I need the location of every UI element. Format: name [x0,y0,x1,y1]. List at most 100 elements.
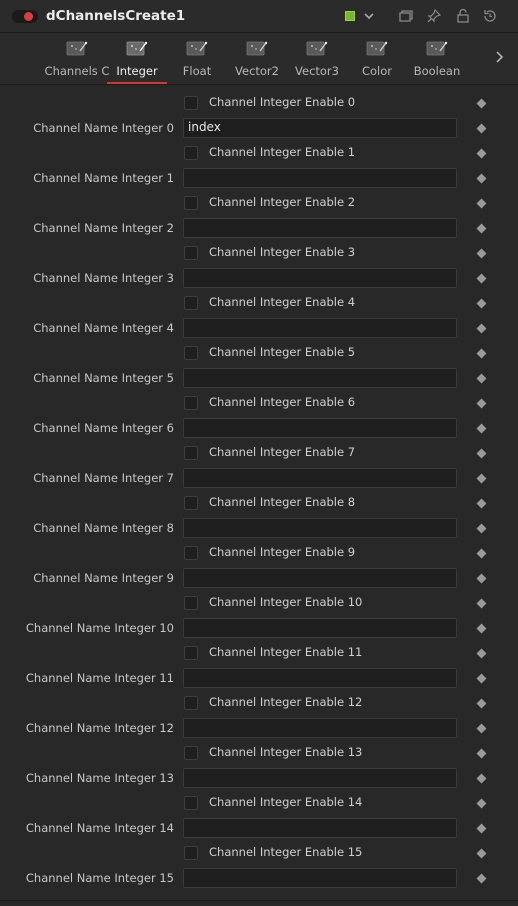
channel-name-input[interactable] [183,868,457,888]
channel-enable-checkbox[interactable] [184,646,198,660]
keyframe-icon[interactable] [476,823,487,834]
tab-icon [126,41,148,56]
channel-enable-checkbox[interactable] [184,846,198,860]
chevron-down-icon[interactable] [360,7,378,25]
keyframe-icon[interactable] [476,773,487,784]
keyframe-icon[interactable] [476,598,487,609]
channel-enable-checkbox[interactable] [184,296,198,310]
keyframe-icon[interactable] [476,623,487,634]
keyframe-icon[interactable] [476,848,487,859]
channel-name-input[interactable] [183,818,457,838]
keyframe-icon[interactable] [476,248,487,259]
channel-name-input[interactable] [183,368,457,388]
keyframe-icon[interactable] [476,173,487,184]
tab-icon [426,41,448,56]
channel-name-input[interactable] [183,518,457,538]
channel-enable-checkbox[interactable] [184,196,198,210]
channel-name-input[interactable] [183,618,457,638]
keyframe-icon[interactable] [476,498,487,509]
keyframe-icon[interactable] [476,873,487,884]
channel-name-input[interactable] [183,268,457,288]
channel-name-label: Channel Name Integer 1 [33,171,174,185]
channel-name-input[interactable] [183,418,457,438]
keyframe-icon[interactable] [476,323,487,334]
keyframe-icon[interactable] [476,748,487,759]
windows-icon[interactable] [397,7,415,25]
keyframe-icon[interactable] [476,573,487,584]
keyframe-icon[interactable] [476,723,487,734]
channel-name-input[interactable] [183,768,457,788]
tab-boolean[interactable]: Boolean [407,33,467,85]
channel-name-input[interactable] [183,668,457,688]
channel-name-label: Channel Name Integer 12 [25,721,174,735]
channel-enable-checkbox[interactable] [184,696,198,710]
channel-name-input[interactable] [183,168,457,188]
channel-enable-label: Channel Integer Enable 1 [209,145,356,159]
tool-enable-toggle[interactable] [12,10,38,23]
channel-name-label: Channel Name Integer 5 [33,371,174,385]
channel-name-input[interactable] [183,218,457,238]
keyframe-icon[interactable] [476,648,487,659]
keyframe-icon[interactable] [476,273,487,284]
channel-name-input[interactable]: index [183,118,457,138]
channel-enable-checkbox[interactable] [184,446,198,460]
keyframe-icon[interactable] [476,698,487,709]
keyframe-icon[interactable] [476,673,487,684]
channel-enable-checkbox[interactable] [184,596,198,610]
channel-enable-checkbox[interactable] [184,146,198,160]
channel-name-label: Channel Name Integer 15 [25,871,174,885]
channel-name-input[interactable] [183,318,457,338]
channel-enable-checkbox[interactable] [184,96,198,110]
channel-enable-row: Channel Integer Enable 9 [0,541,518,565]
channel-enable-checkbox[interactable] [184,746,198,760]
channel-name-input[interactable] [183,468,457,488]
channel-enable-checkbox[interactable] [184,496,198,510]
channel-enable-label: Channel Integer Enable 0 [209,95,356,109]
channel-name-row: Channel Name Integer 0 index [0,116,518,140]
keyframe-icon[interactable] [476,98,487,109]
channel-enable-checkbox[interactable] [184,796,198,810]
keyframe-icon[interactable] [476,198,487,209]
channel-name-label: Channel Name Integer 7 [33,471,174,485]
keyframe-icon[interactable] [476,448,487,459]
tool-title: dChannelsCreate1 [46,8,186,24]
color-swatch[interactable] [345,11,355,21]
channel-enable-label: Channel Integer Enable 7 [209,445,356,459]
tab-icon [306,41,328,56]
keyframe-icon[interactable] [476,423,487,434]
keyframe-icon[interactable] [476,223,487,234]
pin-icon[interactable] [425,7,443,25]
channel-enable-label: Channel Integer Enable 2 [209,195,356,209]
channel-name-row: Channel Name Integer 4 [0,316,518,340]
channel-name-input[interactable] [183,568,457,588]
channel-enable-label: Channel Integer Enable 5 [209,345,356,359]
channel-enable-label: Channel Integer Enable 12 [209,695,363,709]
channel-enable-checkbox[interactable] [184,346,198,360]
keyframe-icon[interactable] [476,548,487,559]
keyframe-icon[interactable] [476,523,487,534]
channel-name-row: Channel Name Integer 2 [0,216,518,240]
reset-icon[interactable] [481,7,499,25]
lock-icon[interactable] [454,7,472,25]
keyframe-icon[interactable] [476,148,487,159]
keyframe-icon[interactable] [476,298,487,309]
tab-icon [366,41,388,56]
keyframe-icon[interactable] [476,373,487,384]
keyframe-icon[interactable] [476,348,487,359]
keyframe-icon[interactable] [476,398,487,409]
keyframe-icon[interactable] [476,123,487,134]
channel-enable-label: Channel Integer Enable 14 [209,795,363,809]
channel-name-row: Channel Name Integer 8 [0,516,518,540]
channel-enable-checkbox[interactable] [184,546,198,560]
chevron-right-icon[interactable] [490,48,508,66]
channel-name-input[interactable] [183,718,457,738]
keyframe-icon[interactable] [476,798,487,809]
channel-enable-row: Channel Integer Enable 8 [0,491,518,515]
channel-enable-checkbox[interactable] [184,246,198,260]
keyframe-icon[interactable] [476,473,487,484]
channel-enable-checkbox[interactable] [184,396,198,410]
channel-name-row: Channel Name Integer 15 [0,866,518,890]
channel-enable-row: Channel Integer Enable 11 [0,641,518,665]
divider [0,900,518,901]
channel-name-row: Channel Name Integer 7 [0,466,518,490]
